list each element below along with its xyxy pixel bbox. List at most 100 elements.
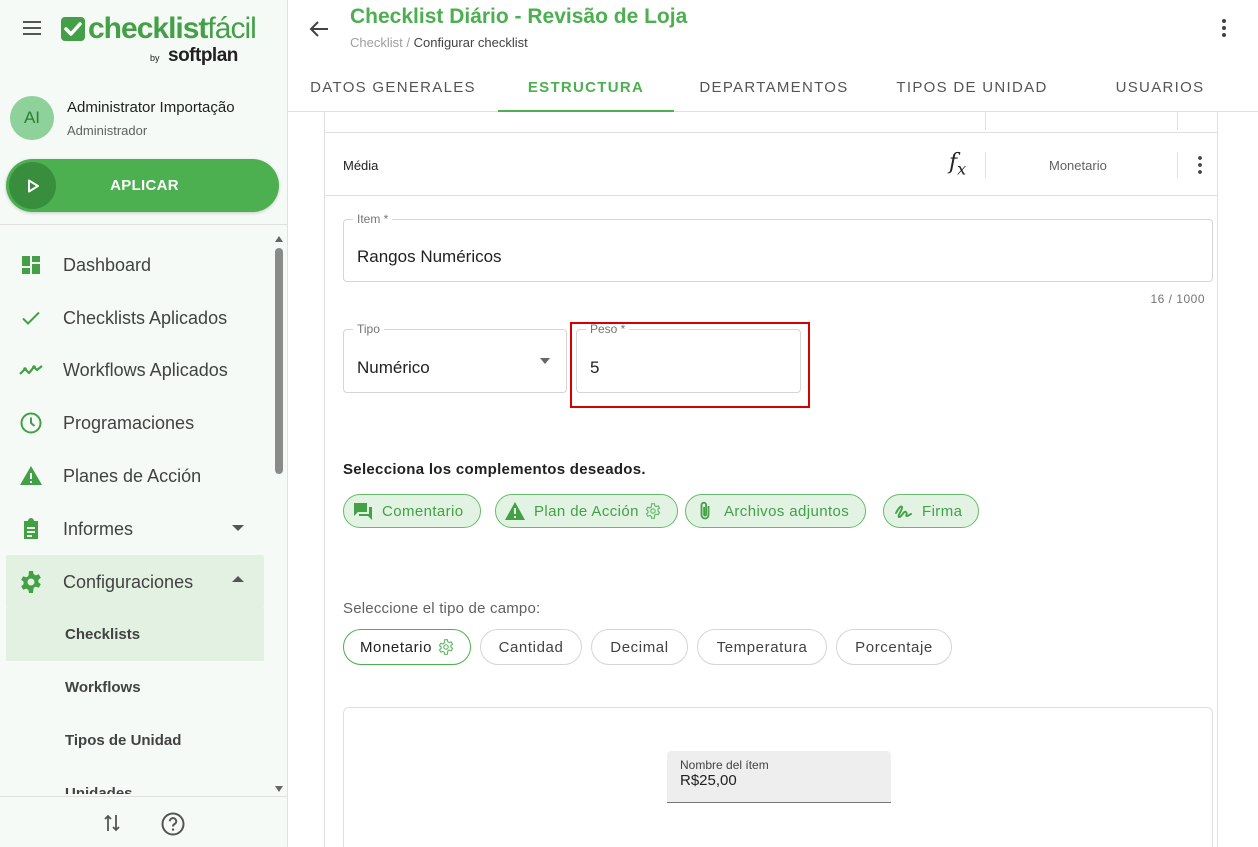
logo-check-icon <box>61 17 85 41</box>
tab-estructura[interactable]: ESTRUCTURA <box>498 62 674 112</box>
complement-chip-comentario[interactable]: Comentario <box>343 494 481 528</box>
sidebar-subitem-checklists[interactable]: Checklists <box>6 608 264 661</box>
complement-chip-archivos-adjuntos[interactable]: Archivos adjuntos <box>685 494 867 528</box>
trending-icon <box>19 365 43 375</box>
scroll-thumb[interactable] <box>275 248 283 474</box>
sidebar-item-programaciones[interactable]: Programaciones <box>6 396 264 449</box>
complement-chip-label: Firma <box>922 502 963 520</box>
tipo-select-value: Numérico <box>357 358 430 377</box>
tab-bar: DATOS GENERALES ESTRUCTURA DEPARTAMENTOS… <box>288 62 1258 112</box>
tab-tipos-de-unidad[interactable]: TIPOS DE UNIDAD <box>874 62 1070 112</box>
warning-icon <box>505 502 525 520</box>
page-title: Checklist Diário - Revisão de Loja <box>350 5 688 28</box>
item-input[interactable]: Item * Rangos Numéricos <box>343 212 1213 282</box>
sidebar-item-label: Workflows Aplicados <box>63 360 228 380</box>
user-role: Administrador <box>67 123 148 138</box>
apply-button[interactable]: APLICAR <box>6 159 279 212</box>
field-type-chip-label: Monetario <box>359 638 433 656</box>
signature-icon <box>895 505 912 518</box>
more-vertical-icon[interactable] <box>1212 16 1236 40</box>
user-name: Administrator Importação <box>67 99 235 116</box>
preview-input[interactable]: Nombre del ítem R$25,00 <box>667 751 891 803</box>
complement-chip-plan-de-accion[interactable]: Plan de Acción <box>495 494 678 528</box>
dashboard-icon <box>22 256 40 274</box>
help-icon[interactable] <box>160 811 186 837</box>
breadcrumb-separator: / <box>402 35 414 50</box>
complement-chip-label: Archivos adjuntos <box>724 502 850 520</box>
media-row[interactable]: Média fx Monetario <box>325 134 1217 196</box>
sidebar-item-configuraciones[interactable]: Configuraciones <box>6 555 264 608</box>
logo-by: by <box>150 53 160 63</box>
formula-subscript: x <box>957 159 967 179</box>
sidebar-item-checklists-aplicados[interactable]: Checklists Aplicados <box>6 291 264 344</box>
gear-icon[interactable] <box>438 639 454 655</box>
field-type-chip-monetario[interactable]: Monetario <box>343 629 471 665</box>
sidebar-nav: Dashboard Checklists Aplicados Workflows… <box>0 238 272 794</box>
field-type-chip-decimal[interactable]: Decimal <box>591 629 688 665</box>
sidebar-subitem-workflows[interactable]: Workflows <box>6 661 264 714</box>
peso-input-value: 5 <box>590 358 600 377</box>
sidebar-subitem-label: Workflows <box>65 679 141 696</box>
comment-icon <box>354 503 372 520</box>
item-input-label: Item * <box>353 212 393 226</box>
peso-input[interactable]: Peso * 5 <box>576 322 801 393</box>
sidebar-item-label: Informes <box>63 519 134 539</box>
field-type-chip-cantidad[interactable]: Cantidad <box>480 629 582 665</box>
tipo-select[interactable]: Tipo Numérico <box>343 322 567 393</box>
main-content: Média fx Monetario Item * Rangos Numéric… <box>288 112 1258 847</box>
sidebar-item-informes[interactable]: Informes <box>6 502 264 555</box>
sidebar-footer <box>0 796 287 847</box>
back-arrow-icon[interactable] <box>306 16 332 42</box>
sidebar-divider <box>0 224 287 225</box>
divider <box>1177 152 1178 178</box>
swap-vertical-icon[interactable] <box>100 811 124 835</box>
breadcrumb-parent[interactable]: Checklist <box>350 35 403 50</box>
chevron-up-icon <box>232 576 244 582</box>
breadcrumb: Checklist / Configurar checklist <box>350 35 528 50</box>
sidebar-item-label: Dashboard <box>63 255 152 275</box>
complement-chip-label: Plan de Acción <box>534 502 639 520</box>
character-counter: 16 / 1000 <box>1150 292 1205 306</box>
sidebar-subitem-tipos-de-unidad[interactable]: Tipos de Unidad <box>6 714 264 767</box>
sidebar-subitem-label: Checklists <box>65 626 141 643</box>
gear-icon[interactable] <box>645 503 661 519</box>
app-logo: checklist fácil by softplan <box>60 12 260 68</box>
check-icon <box>22 311 40 325</box>
sidebar-scrollbar[interactable] <box>272 232 286 796</box>
tab-usuarios[interactable]: USUARIOS <box>1080 62 1240 112</box>
page-header: Checklist Diário - Revisão de Loja Check… <box>288 0 1258 112</box>
divider <box>1177 112 1178 130</box>
item-input-value: Rangos Numéricos <box>357 247 502 266</box>
logo-brand-bold: checklist <box>88 12 208 45</box>
divider <box>985 112 986 130</box>
tab-datos-generales[interactable]: DATOS GENERALES <box>298 62 488 112</box>
scroll-up-arrow-icon[interactable] <box>275 236 283 242</box>
sidebar-item-dashboard[interactable]: Dashboard <box>6 238 264 291</box>
clipboard-icon <box>24 518 38 539</box>
sidebar-item-label: Planes de Acción <box>63 466 202 486</box>
formula-icon[interactable]: fx <box>949 150 966 178</box>
sidebar-item-planes-de-accion[interactable]: Planes de Acción <box>6 449 264 502</box>
field-type-chip-porcentaje[interactable]: Porcentaje <box>836 629 952 665</box>
paperclip-icon <box>700 501 710 520</box>
logo-brand-thin: fácil <box>207 12 256 45</box>
peso-input-label: Peso * <box>586 322 630 336</box>
sidebar-subitem-unidades[interactable]: Unidades <box>6 767 264 794</box>
breadcrumb-current: Configurar checklist <box>413 35 528 50</box>
gear-icon <box>21 571 41 593</box>
tab-departamentos[interactable]: DEPARTAMENTOS <box>684 62 864 112</box>
hamburger-menu-icon[interactable] <box>20 16 44 40</box>
media-row-value: Monetario <box>1049 158 1107 173</box>
complement-chip-firma[interactable]: Firma <box>883 494 980 528</box>
scroll-down-arrow-icon[interactable] <box>275 786 283 792</box>
logo-company: softplan <box>168 45 238 66</box>
preview-input-value: R$25,00 <box>680 772 737 789</box>
media-row-label: Média <box>343 158 379 173</box>
complement-chip-label: Comentario <box>382 502 464 520</box>
field-type-chip-temperatura[interactable]: Temperatura <box>697 629 827 665</box>
more-vertical-icon[interactable] <box>1189 154 1211 176</box>
warning-icon <box>20 466 42 485</box>
sidebar-subitem-label: Tipos de Unidad <box>65 732 182 749</box>
complements-title: Selecciona los complementos deseados. <box>343 461 646 478</box>
sidebar-item-workflows-aplicados[interactable]: Workflows Aplicados <box>6 343 264 396</box>
